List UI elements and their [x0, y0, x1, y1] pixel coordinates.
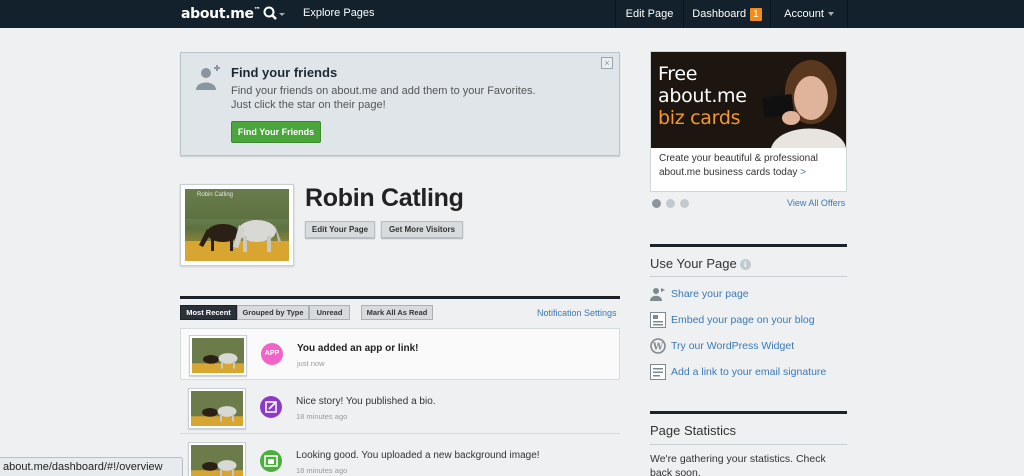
find-your-friends-button[interactable]: Find Your Friends: [231, 121, 321, 143]
section-divider: [650, 411, 847, 414]
find-friends-panel: Find your friends Find your friends on a…: [180, 52, 620, 156]
carousel-dot[interactable]: [666, 199, 675, 208]
profile-photo[interactable]: Robin Catling: [180, 184, 294, 266]
browser-status-bar: about.me/dashboard/#!/overview: [0, 457, 183, 476]
get-more-visitors-button[interactable]: Get More Visitors: [381, 221, 463, 238]
section-divider: [650, 244, 847, 247]
top-nav: about.me™ Explore Pages Edit Page Dashbo…: [0, 0, 1024, 28]
notification-settings-link[interactable]: Notification Settings: [537, 308, 617, 318]
explore-pages-link[interactable]: Explore Pages: [303, 7, 375, 19]
notification-text: Looking good. You uploaded a new backgro…: [296, 450, 540, 461]
find-friends-line2: Just click the star on their page!: [231, 99, 386, 111]
dashboard-label: Dashboard: [692, 8, 747, 20]
ad-line-aboutme: about.me: [658, 85, 747, 107]
email-signature-link[interactable]: Add a link to your email signature: [671, 366, 826, 378]
carousel-dot[interactable]: [652, 199, 661, 208]
email-signature-icon: [650, 364, 666, 380]
chevron-down-icon: [827, 12, 834, 17]
edit-your-page-button[interactable]: Edit Your Page: [305, 221, 375, 238]
about-me-logo[interactable]: about.me™: [181, 6, 261, 22]
notification-item[interactable]: Looking good. You uploaded a new backgro…: [180, 436, 620, 476]
statistics-message: We're gathering your statistics. Check b…: [650, 453, 826, 476]
tab-unread[interactable]: Unread: [309, 305, 350, 320]
notification-text: Nice story! You published a bio.: [296, 396, 436, 407]
notification-thumbnail: [188, 442, 246, 476]
biz-cards-description: Create your beautiful & professional abo…: [659, 152, 839, 180]
embed-page-link[interactable]: Embed your page on your blog: [671, 314, 815, 326]
notification-text: You added an app or link!: [297, 343, 419, 354]
horse-photo: Robin Catling: [185, 189, 289, 261]
photo-caption: Robin Catling: [197, 192, 234, 198]
close-icon[interactable]: ×: [601, 57, 613, 69]
notification-thumbnail: [188, 388, 246, 429]
view-all-offers-link[interactable]: View All Offers: [787, 198, 845, 208]
carousel-dot[interactable]: [680, 199, 689, 208]
ad-arrow-link[interactable]: >: [800, 167, 806, 178]
edit-bio-icon: [260, 396, 282, 418]
search-button[interactable]: [262, 4, 286, 24]
dashboard-link[interactable]: Dashboard 1: [683, 0, 770, 28]
find-friends-title: Find your friends: [231, 65, 338, 80]
wordpress-icon: W: [650, 338, 666, 354]
account-menu[interactable]: Account: [770, 0, 848, 28]
edit-page-link[interactable]: Edit Page: [615, 0, 683, 28]
image-icon: [260, 450, 282, 472]
notification-thumbnail: [189, 335, 247, 376]
notification-item[interactable]: APP You added an app or link! just now: [180, 328, 620, 380]
biz-cards-headline: Free about.me biz cards: [658, 63, 747, 129]
account-label: Account: [784, 8, 824, 20]
app-icon: APP: [261, 343, 283, 365]
ad-line-biz-cards: biz cards: [658, 107, 741, 129]
info-icon[interactable]: i: [739, 259, 751, 271]
add-user-icon: [196, 65, 220, 90]
share-user-icon: [650, 288, 665, 301]
profile-name: Robin Catling: [305, 184, 464, 212]
use-your-page-title: Use Your Page i: [650, 256, 751, 271]
notification-time: 18 minutes ago: [296, 412, 348, 421]
notification-time: 18 minutes ago: [296, 466, 348, 475]
biz-cards-ad-image: Free about.me biz cards: [651, 52, 846, 148]
biz-cards-ad[interactable]: Free about.me biz cards Create your beau…: [650, 51, 847, 192]
section-rule: [650, 276, 847, 277]
embed-icon: [650, 312, 666, 328]
notification-time: just now: [297, 359, 325, 368]
tab-most-recent[interactable]: Most Recent: [180, 305, 237, 320]
search-icon: [263, 6, 285, 20]
share-your-page-link[interactable]: Share your page: [671, 288, 749, 300]
svg-text:W: W: [652, 343, 664, 353]
use-your-page-label: Use Your Page: [650, 256, 737, 271]
mark-all-as-read-button[interactable]: Mark All As Read: [361, 305, 433, 320]
dashboard-count-badge: 1: [750, 8, 762, 21]
tab-grouped-by-type[interactable]: Grouped by Type: [237, 305, 309, 320]
ad-line-free: Free: [658, 63, 698, 85]
feed-divider: [180, 296, 620, 299]
wordpress-widget-link[interactable]: Try our WordPress Widget: [671, 340, 794, 352]
find-friends-line1: Find your friends on about.me and add th…: [231, 85, 536, 97]
notification-item[interactable]: Nice story! You published a bio. 18 minu…: [180, 382, 620, 434]
section-rule: [650, 444, 847, 445]
find-friends-description: Find your friends on about.me and add th…: [231, 84, 561, 112]
page-statistics-title: Page Statistics: [650, 423, 736, 438]
ad-text: Create your beautiful & professional abo…: [659, 153, 818, 178]
